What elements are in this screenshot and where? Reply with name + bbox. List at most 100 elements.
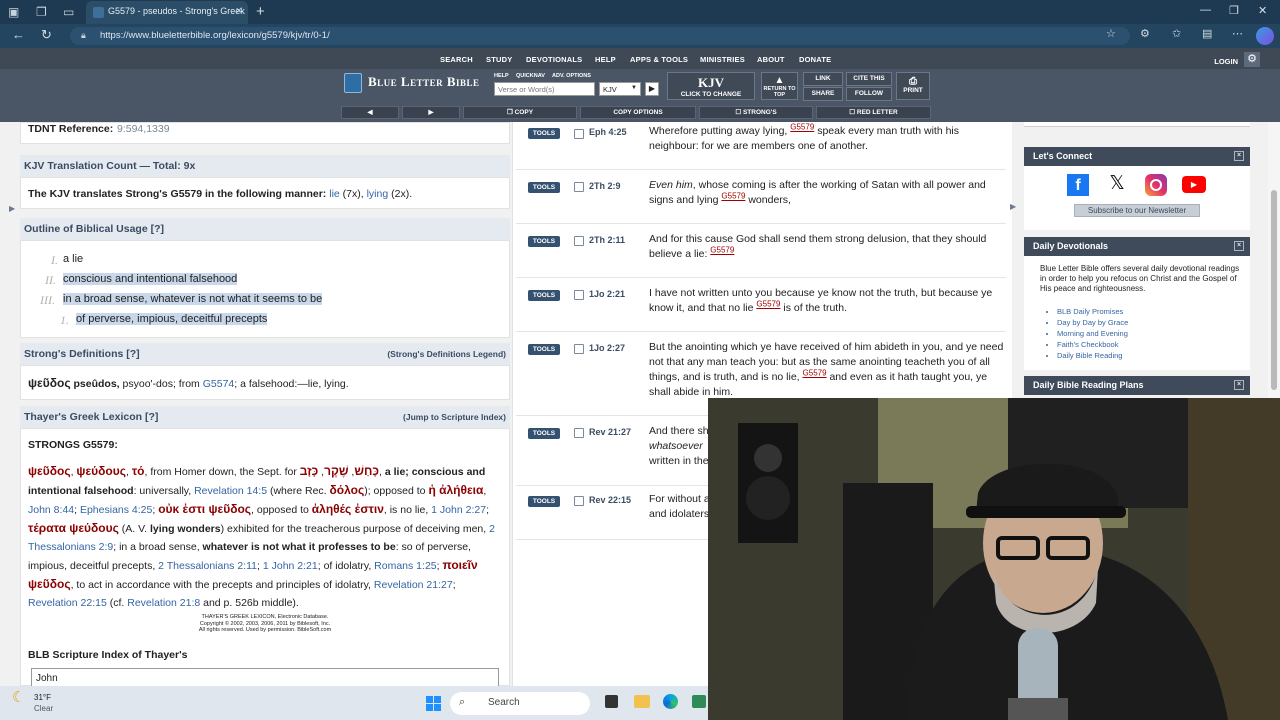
x-twitter-icon[interactable]: 𝕏 [1106, 173, 1128, 195]
tools-button[interactable]: TOOLS [528, 236, 560, 247]
strongs-legend-link[interactable]: (Strong's Definitions Legend) [387, 349, 506, 359]
tools-button[interactable]: TOOLS [528, 428, 560, 439]
refresh-icon[interactable]: ↻ [41, 27, 52, 43]
verse-link[interactable]: Revelation 22:15 [28, 597, 107, 609]
nav-about[interactable]: ABOUT [757, 55, 785, 64]
nav-help[interactable]: HELP [595, 55, 616, 64]
url-field[interactable]: 🔒︎ https://www.blueletterbible.org/lexic… [70, 27, 1130, 45]
taskbar-search[interactable]: ⌕ Search [450, 692, 590, 715]
close-icon[interactable]: × [1234, 151, 1244, 161]
instagram-icon[interactable] [1145, 174, 1167, 196]
favorites-icon[interactable]: ✩ [1172, 27, 1181, 40]
copy-options-button[interactable]: COPY OPTIONS [580, 106, 696, 119]
outline-header[interactable]: Outline of Biblical Usage [?] [20, 218, 510, 240]
tools-button[interactable]: TOOLS [528, 344, 560, 355]
weather-text[interactable]: Clear [34, 704, 53, 713]
collapse-left-icon[interactable]: ▶ [9, 204, 15, 213]
thayer-header-label[interactable]: Thayer's Greek Lexicon [?] [24, 411, 158, 423]
workspaces-icon[interactable]: ❐ [36, 5, 47, 19]
app-icon[interactable] [692, 695, 706, 708]
collapse-right-icon[interactable]: ▶ [1010, 202, 1016, 211]
devo-link[interactable]: BLB Daily Promises [1057, 306, 1128, 317]
nav-donate[interactable]: DONATE [799, 55, 831, 64]
verse-link[interactable]: Revelation 14:5 [194, 485, 267, 497]
tools-button[interactable]: TOOLS [528, 128, 560, 139]
nav-apps-tools[interactable]: APPS & TOOLS [630, 55, 688, 64]
strongs-header-label[interactable]: Strong's Definitions [?] [24, 348, 140, 360]
red-letter-toggle[interactable]: ☐ RED LETTER [816, 106, 931, 119]
copy-verse-icon[interactable] [574, 236, 584, 246]
active-tab[interactable]: G5579 - pseudos - Strong's Greek × [86, 1, 248, 24]
strongs-number[interactable]: G5579 [710, 246, 734, 255]
strongs-number[interactable]: G5579 [790, 123, 814, 132]
copy-verse-icon[interactable] [574, 129, 584, 139]
tools-button[interactable]: TOOLS [528, 290, 560, 301]
favorite-star-icon[interactable]: ☆ [1106, 27, 1116, 40]
link-button[interactable]: LINK [803, 72, 843, 86]
count-lie-link[interactable]: lie [329, 188, 340, 200]
copy-verse-icon[interactable] [574, 496, 584, 506]
print-button[interactable]: ⎙ PRINT [896, 72, 930, 100]
strongs-number[interactable]: G5579 [721, 192, 745, 201]
minimize-icon[interactable]: — [1200, 4, 1211, 16]
copilot-icon[interactable] [1256, 27, 1274, 45]
copy-verse-icon[interactable] [574, 344, 584, 354]
settings-gear-icon[interactable]: ⚙ [1244, 52, 1260, 67]
prev-button[interactable]: ◀ [341, 106, 399, 119]
return-to-top-button[interactable]: ▲ RETURN TO TOP [761, 72, 798, 100]
verse-ref[interactable]: Rev 21:27 [589, 427, 631, 437]
profile-icon[interactable]: ▣ [8, 5, 19, 19]
verse-ref[interactable]: 2Th 2:9 [589, 181, 621, 191]
new-tab-icon[interactable]: + [256, 3, 265, 20]
nav-ministries[interactable]: MINISTRIES [700, 55, 745, 64]
verse-link[interactable]: Ephesians 4:25 [80, 504, 152, 516]
copy-verse-icon[interactable] [574, 182, 584, 192]
close-tab-icon[interactable]: × [236, 5, 242, 17]
verse-link[interactable]: Romans 1:25 [374, 560, 436, 572]
subscribe-button[interactable]: Subscribe to our Newsletter [1074, 204, 1200, 217]
copy-verse-icon[interactable] [574, 290, 584, 300]
close-window-icon[interactable]: ✕ [1258, 4, 1267, 17]
maximize-icon[interactable]: ❐ [1229, 4, 1239, 17]
more-icon[interactable]: ⋯ [1232, 27, 1243, 40]
verse-ref[interactable]: Rev 22:15 [589, 495, 631, 505]
verse-ref[interactable]: 1Jo 2:27 [589, 343, 625, 353]
verse-link[interactable]: Revelation 21:27 [374, 579, 453, 591]
blb-logo[interactable]: Blue Letter Bible [344, 73, 480, 93]
verse-ref[interactable]: Eph 4:25 [589, 127, 627, 137]
strongs-toggle[interactable]: ☐ STRONG'S [699, 106, 813, 119]
extensions-icon[interactable]: ⚙ [1140, 27, 1150, 40]
kjv-version-button[interactable]: KJV CLICK TO CHANGE [667, 72, 755, 100]
count-lying-link[interactable]: lying [367, 188, 389, 200]
task-view-icon[interactable] [605, 695, 618, 708]
nav-devotionals[interactable]: DEVOTIONALS [526, 55, 582, 64]
verse-link[interactable]: 1 John 2:21 [263, 560, 318, 572]
back-icon[interactable]: ← [12, 27, 25, 42]
verse-link[interactable]: 1 John 2:27 [431, 504, 486, 516]
follow-button[interactable]: FOLLOW [846, 87, 892, 101]
weather-temp[interactable]: 31°F [34, 693, 51, 702]
copy-verse-icon[interactable] [574, 428, 584, 438]
verse-link[interactable]: 2 Thessalonians 2:11 [158, 560, 257, 572]
windows-start-icon[interactable] [426, 696, 441, 711]
devo-link[interactable]: Day by Day by Grace [1057, 317, 1128, 328]
tools-button[interactable]: TOOLS [528, 182, 560, 193]
file-explorer-icon[interactable] [634, 695, 650, 708]
youtube-icon[interactable]: ▶ [1182, 176, 1206, 193]
jump-to-index-link[interactable]: (Jump to Scripture Index) [403, 412, 506, 422]
tools-button[interactable]: TOOLS [528, 496, 560, 507]
edge-browser-icon[interactable] [663, 694, 678, 709]
copy-button[interactable]: ❐ COPY [463, 106, 577, 119]
help-label[interactable]: HELP [494, 73, 509, 79]
nav-study[interactable]: STUDY [486, 55, 512, 64]
verse-ref[interactable]: 2Th 2:11 [589, 235, 625, 245]
nav-search[interactable]: SEARCH [440, 55, 473, 64]
close-icon[interactable]: × [1234, 380, 1244, 390]
cite-this-button[interactable]: CITE THIS [846, 72, 892, 86]
login-link[interactable]: LOGIN [1214, 57, 1238, 66]
book-select[interactable]: John [31, 668, 499, 686]
verse-link[interactable]: John 8:44 [28, 504, 74, 516]
close-icon[interactable]: × [1234, 241, 1244, 251]
strongs-ref-link[interactable]: G5574 [203, 378, 235, 390]
version-select[interactable]: KJV ▼ [599, 82, 641, 96]
